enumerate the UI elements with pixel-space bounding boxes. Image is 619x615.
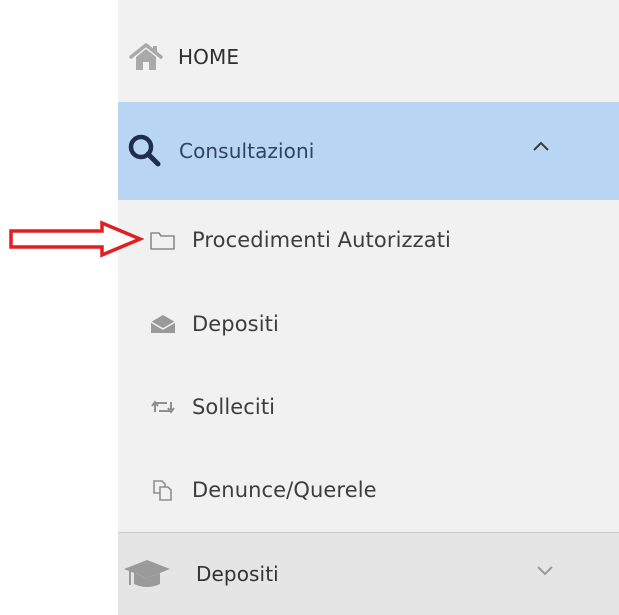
sidebar-item-label: Depositi bbox=[196, 562, 279, 586]
sidebar-subitem-denunce-querele[interactable]: Denunce/Querele bbox=[118, 448, 619, 532]
sidebar-item-label: Consultazioni bbox=[179, 139, 315, 163]
sidebar-subitem-label: Solleciti bbox=[192, 395, 276, 419]
sidebar-subitem-solleciti[interactable]: Solleciti bbox=[118, 366, 619, 448]
copy-icon bbox=[148, 477, 178, 503]
graduation-cap-icon bbox=[122, 557, 172, 591]
sidebar-subitem-depositi[interactable]: Depositi bbox=[118, 282, 619, 366]
sidebar-item-home[interactable]: HOME bbox=[118, 13, 619, 101]
envelope-open-icon bbox=[148, 311, 178, 337]
folder-icon bbox=[148, 227, 178, 253]
sidebar-subitem-label: Procedimenti Autorizzati bbox=[192, 228, 451, 252]
search-icon bbox=[125, 131, 165, 171]
sidebar-subitem-label: Depositi bbox=[192, 312, 279, 336]
chevron-up-icon[interactable] bbox=[529, 136, 553, 156]
retweet-icon bbox=[148, 394, 178, 420]
home-icon bbox=[128, 42, 164, 72]
sidebar-subitem-procedimenti-autorizzati[interactable]: Procedimenti Autorizzati bbox=[118, 200, 619, 280]
annotation-arrow-icon bbox=[9, 220, 144, 258]
sidebar-item-label: HOME bbox=[178, 45, 240, 69]
sidebar-item-consultazioni[interactable]: Consultazioni bbox=[118, 102, 619, 200]
sidebar-item-depositi[interactable]: Depositi bbox=[118, 533, 619, 615]
chevron-down-icon[interactable] bbox=[534, 561, 556, 579]
sidebar-menu: HOME Consultazioni Procedimenti Autorizz… bbox=[118, 0, 619, 615]
sidebar-subitem-label: Denunce/Querele bbox=[192, 478, 377, 502]
